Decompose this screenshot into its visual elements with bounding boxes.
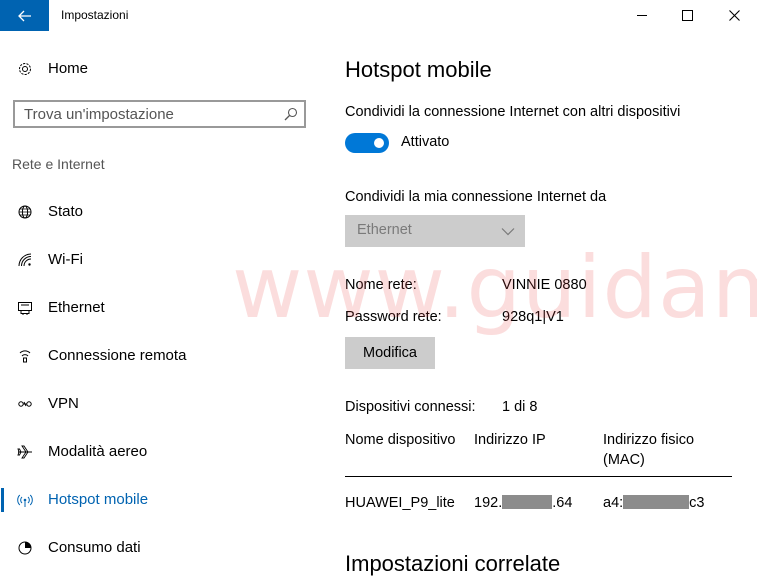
share-from-label: Condividi la mia connessione Internet da	[345, 189, 607, 205]
airplane-icon	[17, 444, 33, 460]
share-from-value: Ethernet	[357, 222, 412, 238]
active-indicator	[1, 488, 4, 512]
sidebar-item-label: Ethernet	[48, 299, 105, 316]
network-password-value: 928q1|V1	[502, 309, 564, 325]
sidebar-item-vpn[interactable]: VPN	[0, 388, 320, 420]
network-password-label: Password rete:	[345, 309, 442, 325]
network-name-label: Nome rete:	[345, 277, 417, 293]
arrow-left-icon	[17, 10, 31, 21]
sidebar-item-label: Home	[48, 60, 89, 77]
table-divider	[345, 476, 732, 477]
close-icon	[728, 10, 740, 21]
sidebar-item-label: Modalità aereo	[48, 443, 148, 460]
minimize-icon	[637, 15, 647, 16]
page-title: Hotspot mobile	[345, 57, 492, 82]
section-heading: Rete e Internet	[12, 156, 105, 172]
close-button[interactable]	[711, 0, 757, 31]
table-header-mac: Indirizzo fisico (MAC)	[603, 432, 695, 468]
connected-devices-value: 1 di 8	[502, 399, 538, 415]
ip-prefix: 192.	[474, 495, 503, 511]
ip-suffix: .64	[552, 495, 573, 511]
maximize-button[interactable]	[664, 0, 710, 31]
sidebar-item-label: Wi-Fi	[48, 251, 83, 268]
chevron-down-icon	[501, 228, 515, 236]
window-title: Impostazioni	[61, 8, 129, 22]
sidebar-item-label: Stato	[48, 203, 84, 220]
sidebar-item-hotspot-mobile[interactable]: Hotspot mobile	[0, 484, 320, 516]
sidebar-item-home[interactable]: Home	[0, 58, 320, 82]
hotspot-icon	[17, 492, 33, 508]
redacted-block	[502, 495, 553, 509]
device-mac-cell: a4: c3	[603, 495, 705, 511]
sidebar: Home Rete e Internet Stato Wi-Fi Etherne…	[0, 31, 320, 567]
back-button[interactable]	[0, 0, 49, 31]
mac-suffix: c3	[689, 495, 705, 511]
sidebar-item-label: Hotspot mobile	[48, 491, 149, 508]
sidebar-item-label: VPN	[48, 395, 79, 412]
sidebar-item-stato[interactable]: Stato	[0, 196, 320, 228]
ethernet-icon	[17, 300, 33, 316]
gear-icon	[17, 61, 33, 77]
edit-button[interactable]: Modifica	[345, 337, 435, 369]
sidebar-item-modalita-aereo[interactable]: Modalità aereo	[0, 436, 320, 468]
wifi-icon	[17, 252, 33, 268]
share-from-select[interactable]: Ethernet	[345, 215, 525, 247]
table-header-ip: Indirizzo IP	[474, 432, 546, 448]
mac-prefix: a4:	[603, 495, 624, 511]
sidebar-item-label: Connessione remota	[48, 347, 187, 364]
search-input[interactable]	[24, 105, 274, 123]
device-name-cell: HUAWEI_P9_lite	[345, 495, 455, 511]
search-box[interactable]	[13, 100, 306, 128]
network-name-value: VINNIE 0880	[502, 277, 587, 293]
sidebar-item-label: Consumo dati	[48, 539, 141, 556]
maximize-icon	[681, 10, 693, 21]
sidebar-item-consumo-dati[interactable]: Consumo dati	[0, 532, 320, 564]
table-header-device-name: Nome dispositivo	[345, 432, 456, 448]
dialup-icon	[17, 348, 33, 364]
globe-icon	[17, 204, 33, 220]
search-icon[interactable]	[284, 107, 298, 121]
sidebar-item-connessione-remota[interactable]: Connessione remota	[0, 340, 320, 372]
share-connection-label: Condividi la connessione Internet con al…	[345, 104, 681, 120]
device-ip-cell: 192. .64	[474, 495, 572, 511]
toggle-knob	[374, 138, 384, 148]
main-content: Hotspot mobile Condividi la connessione …	[320, 31, 757, 576]
sidebar-item-ethernet[interactable]: Ethernet	[0, 292, 320, 324]
redacted-block	[623, 495, 690, 509]
vpn-icon	[17, 396, 33, 412]
data-usage-icon	[17, 540, 33, 556]
hotspot-toggle[interactable]	[345, 133, 389, 153]
sidebar-item-wifi[interactable]: Wi-Fi	[0, 244, 320, 276]
related-settings-heading: Impostazioni correlate	[345, 551, 561, 576]
minimize-button[interactable]	[619, 0, 665, 31]
title-bar: Impostazioni	[0, 0, 757, 31]
connected-devices-label: Dispositivi connessi:	[345, 399, 476, 415]
toggle-state-label: Attivato	[401, 134, 450, 150]
